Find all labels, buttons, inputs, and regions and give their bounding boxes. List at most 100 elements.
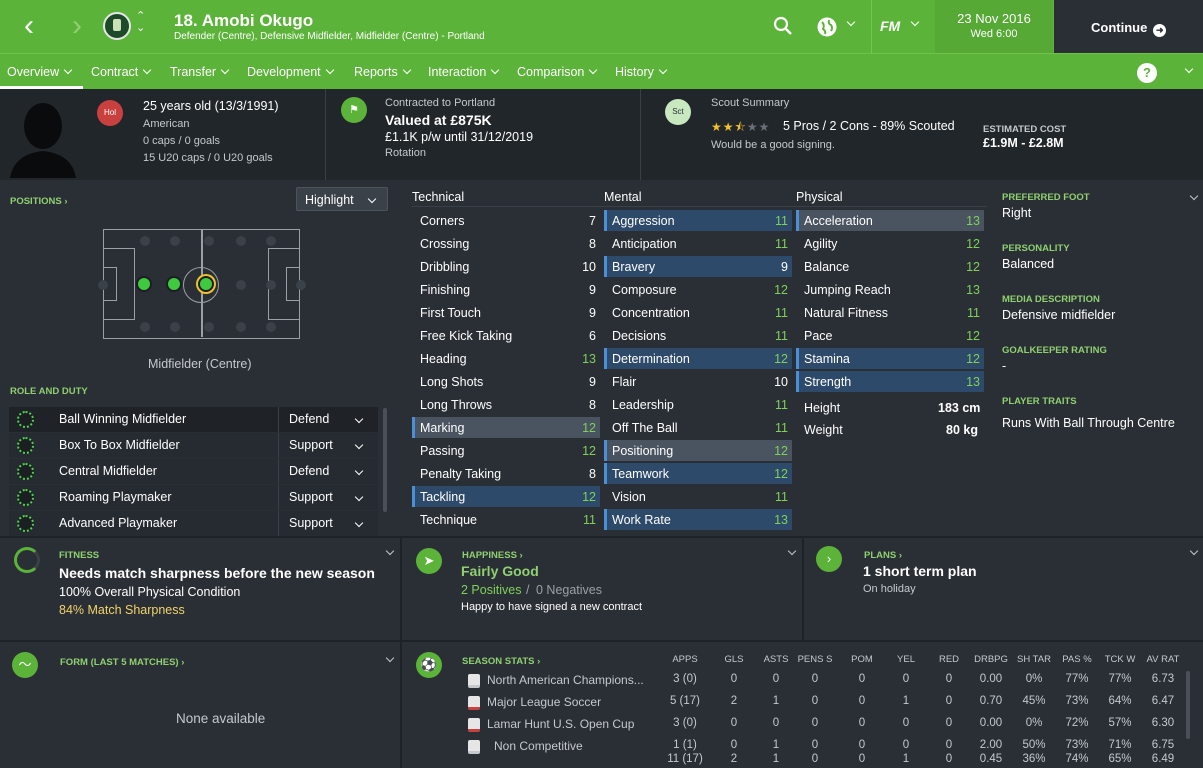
- globe-dropdown-icon[interactable]: [846, 17, 856, 27]
- attribute-row[interactable]: Pace 12: [796, 325, 984, 346]
- positions-heading[interactable]: POSITIONS ›: [10, 196, 68, 207]
- attribute-row[interactable]: Finishing 9: [412, 279, 600, 300]
- nation-badge[interactable]: Hol: [97, 100, 123, 126]
- stats-column-header[interactable]: DRBPG: [970, 654, 1012, 665]
- happiness-collapse-icon[interactable]: [787, 546, 797, 556]
- menu-transfer[interactable]: Transfer: [170, 65, 230, 79]
- role-row[interactable]: Box To Box Midfielder Support: [9, 433, 378, 458]
- search-icon[interactable]: [773, 16, 793, 39]
- globe-icon[interactable]: [816, 16, 838, 41]
- stats-column-header[interactable]: PAS %: [1056, 654, 1098, 665]
- attribute-row[interactable]: Stamina 12: [796, 348, 984, 369]
- attribute-row[interactable]: Free Kick Taking 6: [412, 325, 600, 346]
- attribute-row[interactable]: Aggression 11: [604, 210, 792, 231]
- attribute-row[interactable]: Long Shots 9: [412, 371, 600, 392]
- plans-heading[interactable]: PLANS ›: [864, 550, 902, 561]
- attribute-row[interactable]: Acceleration 13: [796, 210, 984, 231]
- menu-comparison[interactable]: Comparison: [517, 65, 598, 79]
- stats-column-header[interactable]: YEL: [885, 654, 927, 665]
- attribute-row[interactable]: Tackling 12: [412, 486, 600, 507]
- role-row[interactable]: Central Midfielder Defend: [9, 459, 378, 484]
- attribute-row[interactable]: Agility 12: [796, 233, 984, 254]
- attribute-row[interactable]: Positioning 12: [604, 440, 792, 461]
- attribute-row[interactable]: Composure 12: [604, 279, 792, 300]
- fm-dropdown-icon[interactable]: [910, 17, 920, 27]
- competition-name[interactable]: North American Champions...: [487, 673, 644, 687]
- plans-collapse-icon[interactable]: [1189, 546, 1199, 556]
- duty-dropdown[interactable]: Support: [278, 433, 378, 458]
- happiness-negatives[interactable]: 0 Negatives: [536, 583, 602, 597]
- role-row[interactable]: Advanced Playmaker Support: [9, 511, 378, 536]
- stats-column-header[interactable]: AV RAT: [1142, 654, 1184, 665]
- happiness-heading[interactable]: HAPPINESS ›: [462, 550, 523, 561]
- attribute-row[interactable]: Vision 11: [604, 486, 792, 507]
- fm-menu-button[interactable]: FM: [880, 18, 900, 34]
- attribute-row[interactable]: Strength 13: [796, 371, 984, 392]
- form-collapse-icon[interactable]: [385, 653, 395, 663]
- highlight-dropdown[interactable]: Highlight: [296, 187, 388, 211]
- attribute-row[interactable]: Teamwork 12: [604, 463, 792, 484]
- forward-arrow-icon[interactable]: ›: [64, 8, 90, 44]
- stats-column-header[interactable]: GLS: [713, 654, 755, 665]
- stats-cell: 57%: [1108, 717, 1132, 729]
- stats-column-header[interactable]: SH TAR: [1013, 654, 1055, 665]
- form-heading[interactable]: FORM (LAST 5 MATCHES) ›: [60, 657, 184, 668]
- attribute-row[interactable]: Off The Ball 11: [604, 417, 792, 438]
- role-row[interactable]: Roaming Playmaker Support: [9, 485, 378, 510]
- back-arrow-icon[interactable]: ‹: [16, 8, 42, 44]
- duty-dropdown[interactable]: Defend: [278, 459, 378, 484]
- help-button[interactable]: ?: [1137, 63, 1157, 83]
- attribute-row[interactable]: Leadership 11: [604, 394, 792, 415]
- stats-column-header[interactable]: POM: [841, 654, 883, 665]
- stats-column-header[interactable]: TCK W: [1099, 654, 1141, 665]
- position-dot-selected[interactable]: [198, 276, 214, 292]
- duty-dropdown[interactable]: Support: [278, 511, 378, 536]
- attribute-row[interactable]: Concentration 11: [604, 302, 792, 323]
- player-switch-icon[interactable]: ⌃ ⌄: [136, 10, 145, 34]
- attribute-row[interactable]: Anticipation 11: [604, 233, 792, 254]
- role-row[interactable]: Ball Winning Midfielder Defend: [9, 407, 378, 432]
- menu-expand-icon[interactable]: [1184, 64, 1194, 74]
- menu-interaction[interactable]: Interaction: [428, 65, 500, 79]
- attribute-row[interactable]: Jumping Reach 13: [796, 279, 984, 300]
- competition-name[interactable]: Major League Soccer: [487, 695, 601, 709]
- roles-scrollbar[interactable]: [383, 408, 387, 512]
- continue-button[interactable]: Continue ➜: [1054, 0, 1203, 53]
- season-stats-heading[interactable]: SEASON STATS ›: [462, 656, 540, 667]
- attribute-row[interactable]: Dribbling 10: [412, 256, 600, 277]
- attribute-row[interactable]: Technique 11: [412, 509, 600, 530]
- attribute-row[interactable]: Penalty Taking 8: [412, 463, 600, 484]
- duty-dropdown[interactable]: Defend: [278, 407, 378, 432]
- attribute-row[interactable]: Determination 12: [604, 348, 792, 369]
- attribute-row[interactable]: Flair 10: [604, 371, 792, 392]
- stats-column-header[interactable]: APPS: [664, 654, 706, 665]
- menu-development[interactable]: Development: [247, 65, 334, 79]
- menu-overview[interactable]: Overview: [7, 65, 73, 79]
- attribute-row[interactable]: Crossing 8: [412, 233, 600, 254]
- attribute-row[interactable]: Bravery 9: [604, 256, 792, 277]
- attribute-row[interactable]: Balance 12: [796, 256, 984, 277]
- menu-contract[interactable]: Contract: [91, 65, 152, 79]
- menu-history[interactable]: History: [615, 65, 668, 79]
- attribute-row[interactable]: Work Rate 13: [604, 509, 792, 530]
- attribute-row[interactable]: Corners 7: [412, 210, 600, 231]
- attribute-row[interactable]: Natural Fitness 11: [796, 302, 984, 323]
- competition-name[interactable]: Non Competitive: [494, 739, 583, 753]
- duty-dropdown[interactable]: Support: [278, 485, 378, 510]
- stats-scrollbar[interactable]: [1186, 671, 1190, 739]
- stats-column-header[interactable]: RED: [928, 654, 970, 665]
- club-logo-icon[interactable]: [103, 12, 131, 40]
- attribute-row[interactable]: Marking 12: [412, 417, 600, 438]
- attribute-row[interactable]: Heading 13: [412, 348, 600, 369]
- stats-column-header[interactable]: ASTS: [755, 654, 797, 665]
- stats-column-header[interactable]: PENS S: [794, 654, 836, 665]
- side-collapse-icon[interactable]: [1189, 191, 1199, 201]
- attribute-row[interactable]: First Touch 9: [412, 302, 600, 323]
- fitness-collapse-icon[interactable]: [385, 546, 395, 556]
- happiness-positives[interactable]: 2 Positives: [461, 583, 521, 597]
- attribute-row[interactable]: Long Throws 8: [412, 394, 600, 415]
- attribute-row[interactable]: Passing 12: [412, 440, 600, 461]
- competition-name[interactable]: Lamar Hunt U.S. Open Cup: [487, 717, 634, 731]
- attribute-row[interactable]: Decisions 11: [604, 325, 792, 346]
- menu-reports[interactable]: Reports: [354, 65, 412, 79]
